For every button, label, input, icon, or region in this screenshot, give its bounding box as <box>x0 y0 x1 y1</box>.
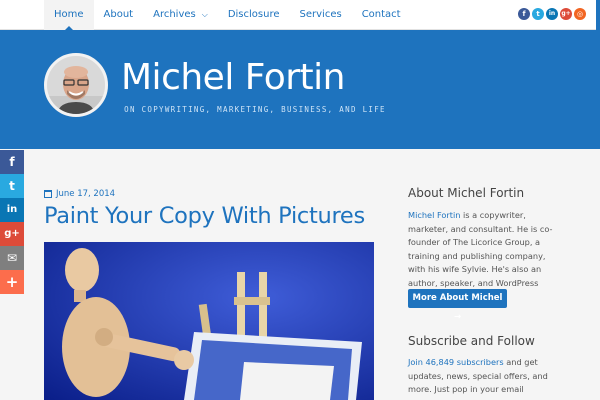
subscribe-widget-title: Subscribe and Follow <box>408 334 535 348</box>
subscribers-link[interactable]: Join 46,849 subscribers <box>408 357 504 367</box>
twitter-icon[interactable]: t <box>532 8 544 20</box>
nav-label: Services <box>299 9 342 20</box>
post-featured-image[interactable] <box>44 242 374 400</box>
nav-item-services[interactable]: Services <box>290 0 352 30</box>
post-title[interactable]: Paint Your Copy With Pictures <box>44 203 365 229</box>
site-tagline: ON COPYWRITING, MARKETING, BUSINESS, AND… <box>124 105 386 114</box>
nav-item-home[interactable]: Home <box>44 0 94 31</box>
twitter-share-icon[interactable]: t <box>0 174 24 198</box>
googleplus-icon[interactable]: g+ <box>560 8 572 20</box>
chevron-down-icon: ⌵ <box>201 10 208 19</box>
more-about-button[interactable]: More About Michel → <box>408 289 507 322</box>
site-title[interactable]: Michel Fortin <box>121 57 345 98</box>
calendar-icon <box>44 190 52 198</box>
nav-item-disclosure[interactable]: Disclosure <box>218 0 290 30</box>
nav-item-contact[interactable]: Contact <box>352 0 411 30</box>
subscribe-widget-text: Join 46,849 subscribers and get updates,… <box>408 356 558 400</box>
post-date[interactable]: June 17, 2014 <box>44 189 115 199</box>
about-widget-title: About Michel Fortin <box>408 186 525 200</box>
rss-icon[interactable]: ◎ <box>574 8 586 20</box>
nav-label: Home <box>54 9 84 20</box>
email-share-icon[interactable]: ✉ <box>0 246 24 270</box>
post-date-text: June 17, 2014 <box>56 189 116 199</box>
nav-label: Archives <box>153 9 196 20</box>
top-navigation-bar: Home About Archives ⌵ Disclosure Services… <box>0 0 600 31</box>
nav-item-archives[interactable]: Archives ⌵ <box>143 0 218 30</box>
nav-label: Disclosure <box>227 9 280 20</box>
more-share-icon[interactable]: + <box>0 270 24 294</box>
share-sidebar: f t in g+ ✉ + <box>0 150 24 294</box>
main-menu: Home About Archives ⌵ Disclosure Services… <box>44 0 411 31</box>
nav-item-about[interactable]: About <box>94 0 144 30</box>
googleplus-share-icon[interactable]: g+ <box>0 222 24 246</box>
scroll-accent <box>596 0 600 30</box>
linkedin-share-icon[interactable]: in <box>0 198 24 222</box>
social-links: f t in g+ ◎ <box>518 8 586 20</box>
about-description: is a copywriter, marketer, and consultan… <box>408 210 553 301</box>
facebook-icon[interactable]: f <box>518 8 530 20</box>
nav-label: Contact <box>361 9 401 20</box>
facebook-share-icon[interactable]: f <box>0 150 24 174</box>
site-header: Michel Fortin ON COPYWRITING, MARKETING,… <box>0 30 600 149</box>
author-avatar[interactable] <box>44 53 108 117</box>
author-link[interactable]: Michel Fortin <box>408 210 460 220</box>
nav-label: About <box>103 9 134 20</box>
linkedin-icon[interactable]: in <box>546 8 558 20</box>
